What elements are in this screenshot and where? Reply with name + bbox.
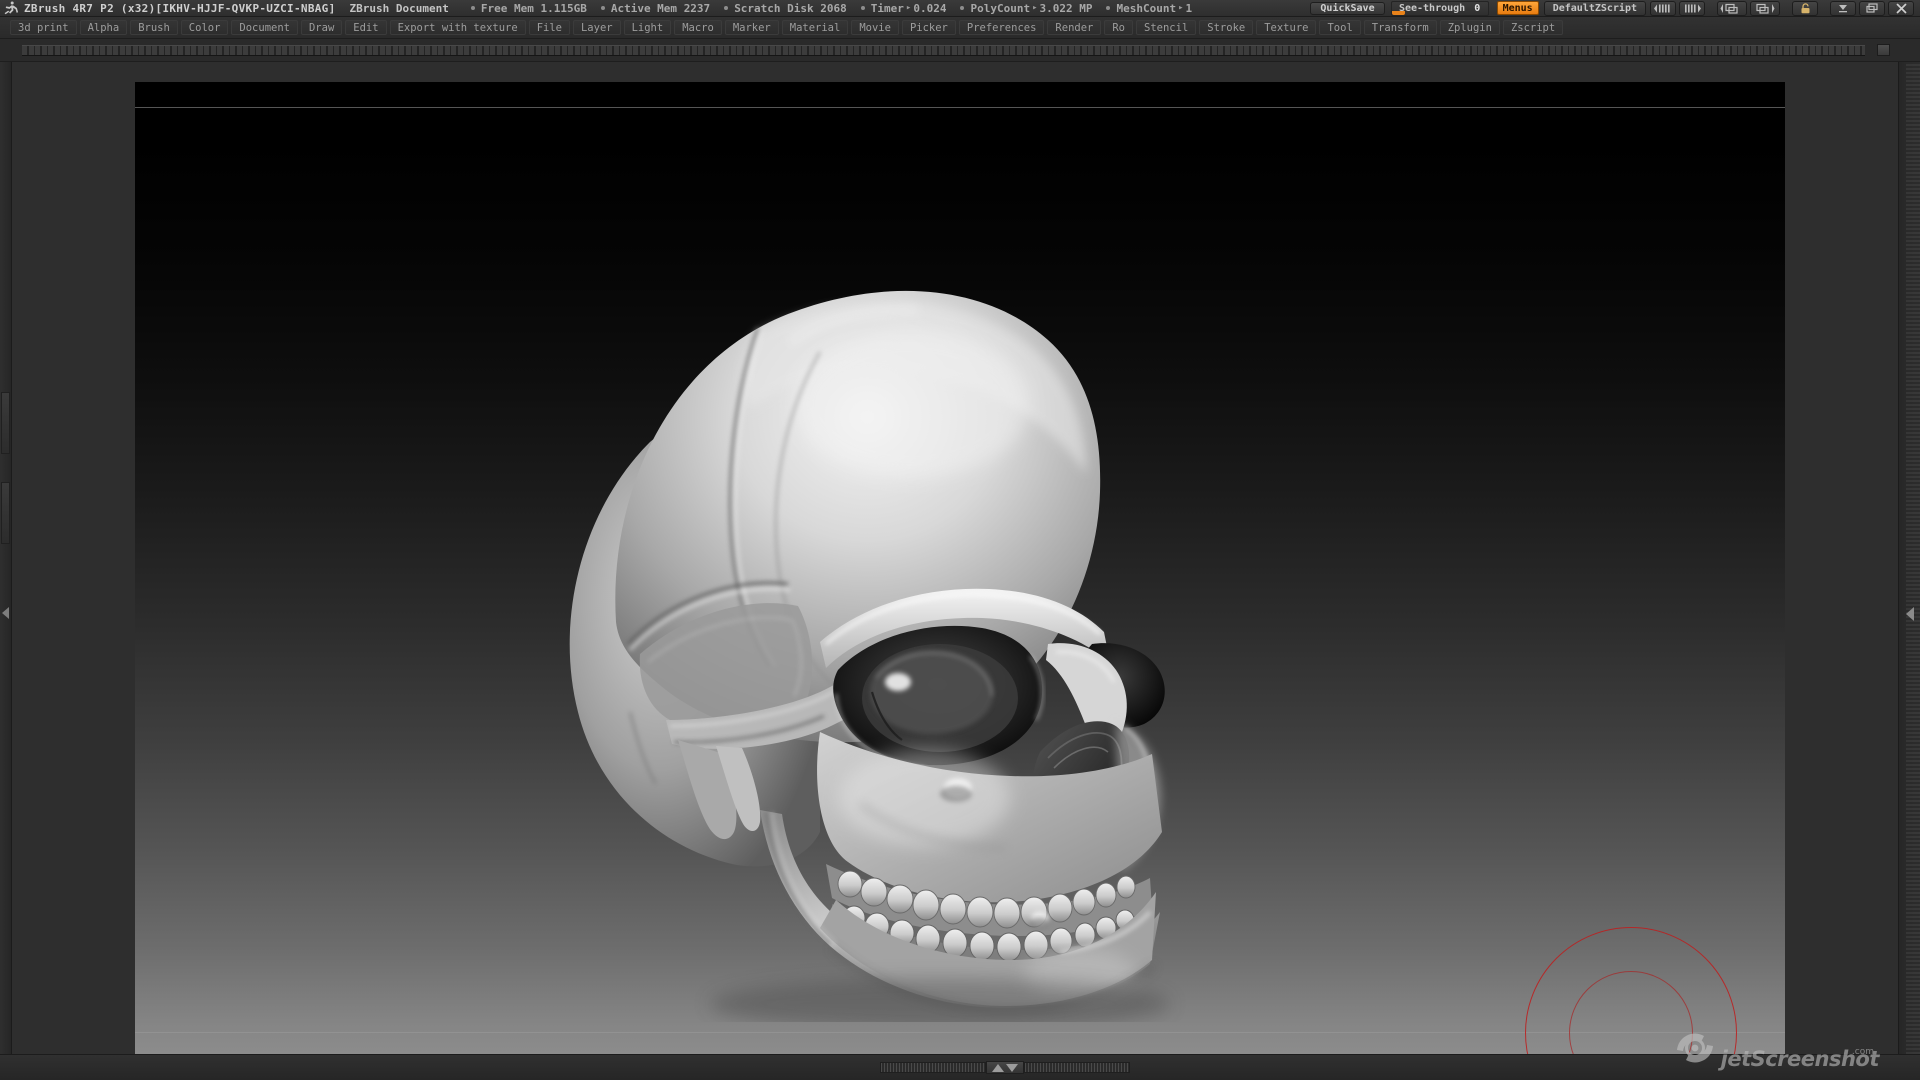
tool-strip [0, 39, 1920, 62]
menu-item-color[interactable]: Color [180, 20, 229, 35]
menu-item-marker[interactable]: Marker [724, 20, 779, 35]
scroll-down-arrow-icon[interactable] [1006, 1063, 1018, 1072]
menu-item-light[interactable]: Light [623, 20, 672, 35]
menu-item-edit[interactable]: Edit [345, 20, 387, 35]
scroll-up-arrow-icon[interactable] [992, 1063, 1004, 1072]
chevron-right-icon: ▸ [905, 3, 912, 13]
stat-active-mem: Active Mem 2237 [600, 1, 724, 15]
stat-label: Free Mem [480, 1, 534, 15]
menu-item-picker[interactable]: Picker [901, 20, 956, 35]
zscript-name-field[interactable]: DefaultZScript [1543, 0, 1646, 16]
tool-strip-hatch[interactable] [22, 45, 1865, 56]
menu-item-draw[interactable]: Draw [300, 20, 343, 35]
menu-item-stencil[interactable]: Stencil [1136, 20, 1197, 35]
stat-value: 1 [1185, 1, 1193, 15]
see-through-slider[interactable]: See-through 0 [1390, 0, 1489, 16]
stat-value: 2237 [683, 1, 711, 15]
stat-scratch-disk: Scratch Disk 2068 [724, 2, 861, 15]
menu-item-layer[interactable]: Layer [572, 20, 621, 35]
menu-item-tool[interactable]: Tool [1319, 20, 1361, 35]
document-canvas[interactable] [135, 82, 1785, 1067]
chevron-right-icon: ▸ [1178, 3, 1184, 13]
left-shelf-expand-arrow-icon[interactable] [2, 607, 9, 619]
bottom-bar [0, 1054, 1920, 1080]
quicksave-button[interactable]: QuickSave [1310, 1, 1385, 15]
canvas-scroll-control[interactable] [880, 1061, 1130, 1074]
zbrush-runner-icon [0, 0, 22, 17]
see-through-label: See-through [1398, 2, 1466, 14]
stat-value: 1.115GB [540, 1, 587, 15]
menu-item-transform[interactable]: Transform [1363, 20, 1437, 35]
menu-bar: 3d print Alpha Brush Color Document Draw… [0, 17, 1920, 39]
window-next-icon[interactable] [1750, 0, 1780, 16]
zscript-forward-icon[interactable] [1679, 0, 1705, 16]
app-title: ZBrush 4R7 P2 (x32)[IKHV-HJJF-QVKP-UZCI-… [24, 1, 336, 15]
menu-item-file[interactable]: File [528, 20, 570, 35]
menu-item-render[interactable]: Render [1047, 20, 1102, 35]
stat-label: PolyCount [970, 1, 1031, 15]
menu-item-export-with-texture[interactable]: Export with texture [389, 20, 526, 35]
menu-item-macro[interactable]: Macro [674, 20, 722, 35]
menu-item-alpha[interactable]: Alpha [79, 20, 128, 35]
scroll-track-left[interactable] [880, 1062, 986, 1073]
restore-icon[interactable] [1859, 0, 1885, 16]
window-prev-icon[interactable] [1717, 0, 1747, 16]
menu-item-document[interactable]: Document [231, 20, 298, 35]
tool-strip-knob[interactable] [1877, 44, 1890, 56]
stat-label: MeshCount [1116, 1, 1177, 15]
scroll-track-right[interactable] [1024, 1062, 1130, 1073]
menu-item-preferences[interactable]: Preferences [958, 20, 1045, 35]
bullet-icon [860, 6, 865, 10]
canvas-horizon-line-bottom [135, 1032, 1785, 1033]
right-shelf-hatch [1906, 62, 1920, 1054]
menu-item-brush[interactable]: Brush [130, 20, 178, 35]
bullet-icon [960, 6, 965, 10]
canvas-horizon-line-top [135, 107, 1785, 108]
stat-timer[interactable]: Timer ▸ 0.024 [860, 1, 961, 15]
stat-value: 2068 [820, 1, 847, 15]
scroll-arrow-group[interactable] [986, 1061, 1024, 1074]
left-shelf-notch[interactable] [1, 482, 10, 544]
bullet-icon [1106, 6, 1111, 10]
menu-item-zscript[interactable]: Zscript [1502, 20, 1564, 35]
stat-meshcount[interactable]: MeshCount ▸ 1 [1106, 2, 1206, 15]
bullet-icon [470, 6, 475, 10]
stat-label: Scratch Disk [734, 1, 814, 15]
minimize-icon[interactable] [1830, 0, 1856, 16]
chevron-right-icon: ▸ [1032, 3, 1038, 13]
stat-label: Active Mem [610, 1, 678, 15]
right-shelf[interactable] [1898, 62, 1920, 1054]
menu-item-3d-print[interactable]: 3d print [10, 20, 77, 35]
stat-value: 3.022 MP [1039, 1, 1093, 15]
menu-item-texture[interactable]: Texture [1256, 20, 1317, 35]
bullet-icon [724, 6, 729, 10]
human-skull-3d-model[interactable] [520, 192, 1210, 1022]
menus-button[interactable]: Menus [1496, 1, 1539, 15]
document-title: ZBrush Document [349, 1, 449, 15]
menu-item-movie[interactable]: Movie [851, 20, 899, 35]
zscript-rewind-icon[interactable] [1650, 0, 1676, 16]
stat-free-mem: Free Mem 1.115GB [470, 1, 601, 15]
workspace [12, 62, 1898, 1067]
stat-label: Timer [870, 1, 904, 15]
stat-polycount[interactable]: PolyCount ▸ 3.022 MP [960, 2, 1106, 15]
left-shelf-notch[interactable] [1, 392, 10, 454]
bullet-icon [600, 6, 605, 10]
stat-value: 0.024 [913, 1, 947, 15]
lock-icon[interactable] [1792, 0, 1818, 16]
menu-item-ro[interactable]: Ro [1104, 20, 1134, 35]
menu-item-zplugin[interactable]: Zplugin [1439, 20, 1500, 35]
right-shelf-expand-arrow-icon[interactable] [1906, 607, 1914, 621]
see-through-value: 0 [1474, 2, 1481, 14]
menu-item-stroke[interactable]: Stroke [1199, 20, 1254, 35]
title-bar: ZBrush 4R7 P2 (x32)[IKHV-HJJF-QVKP-UZCI-… [0, 0, 1920, 17]
left-shelf[interactable] [0, 62, 12, 1054]
close-icon[interactable] [1888, 0, 1914, 16]
menu-item-material[interactable]: Material [781, 20, 849, 35]
